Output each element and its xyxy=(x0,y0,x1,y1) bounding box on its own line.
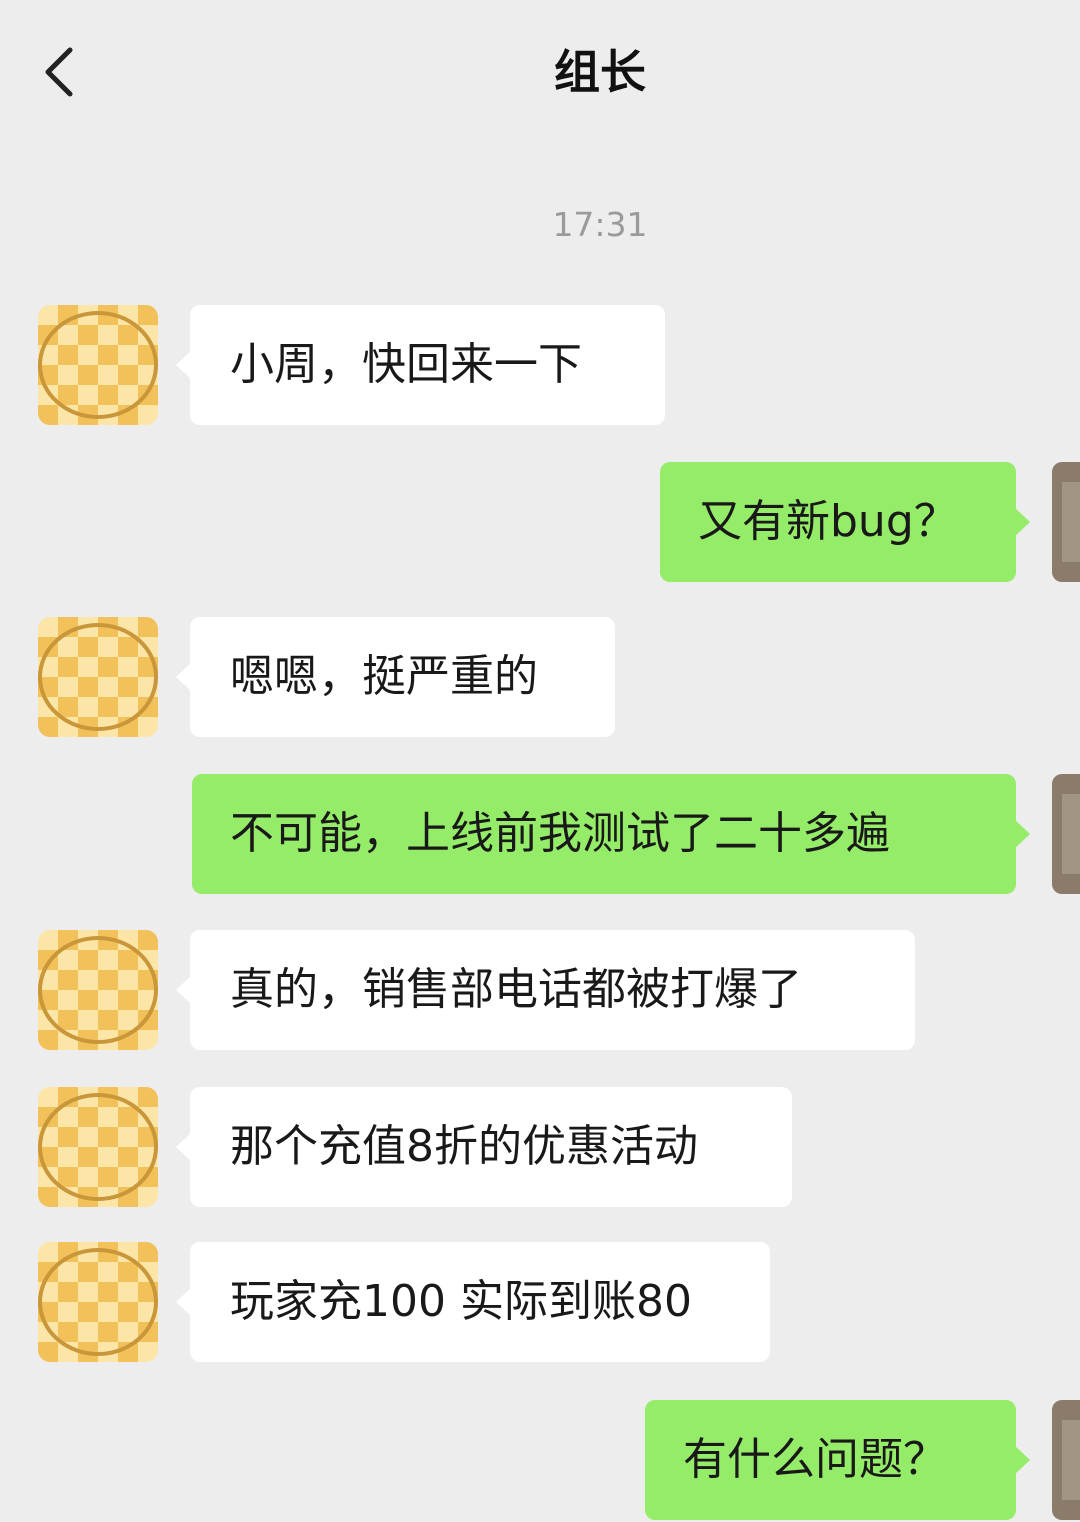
message-bubble-incoming[interactable]: 嗯嗯，挺严重的 xyxy=(176,617,615,737)
message-bubble-incoming[interactable]: 小周，快回来一下 xyxy=(176,305,665,425)
avatar-image xyxy=(38,1087,158,1207)
message-bubble-outgoing[interactable]: 又有新bug？ xyxy=(660,462,1030,582)
my-avatar[interactable] xyxy=(1052,462,1080,582)
my-avatar[interactable] xyxy=(1052,1400,1080,1520)
avatar-image xyxy=(1052,462,1080,582)
contact-avatar[interactable] xyxy=(38,1242,158,1362)
chat-header: 组长 xyxy=(0,0,1080,145)
contact-avatar[interactable] xyxy=(38,305,158,425)
message-bubble-incoming[interactable]: 玩家充100 实际到账80 xyxy=(176,1242,770,1362)
chat-title: 组长 xyxy=(554,45,646,99)
avatar-image xyxy=(38,930,158,1050)
avatar-image xyxy=(1052,1400,1080,1520)
message-bubble-incoming[interactable]: 真的，销售部电话都被打爆了 xyxy=(176,930,915,1050)
avatar-image xyxy=(38,1242,158,1362)
avatar-image xyxy=(38,617,158,737)
message-bubble-outgoing[interactable]: 不可能，上线前我测试了二十多遍 xyxy=(192,774,1030,894)
message-timestamp: 17:31 xyxy=(552,205,648,244)
avatar-image xyxy=(38,305,158,425)
message-bubble-outgoing[interactable]: 有什么问题？ xyxy=(645,1400,1030,1520)
message-bubble-incoming[interactable]: 那个充值8折的优惠活动 xyxy=(176,1087,792,1207)
contact-avatar[interactable] xyxy=(38,930,158,1050)
avatar-image xyxy=(1052,774,1080,894)
contact-avatar[interactable] xyxy=(38,617,158,737)
my-avatar[interactable] xyxy=(1052,774,1080,894)
contact-avatar[interactable] xyxy=(38,1087,158,1207)
